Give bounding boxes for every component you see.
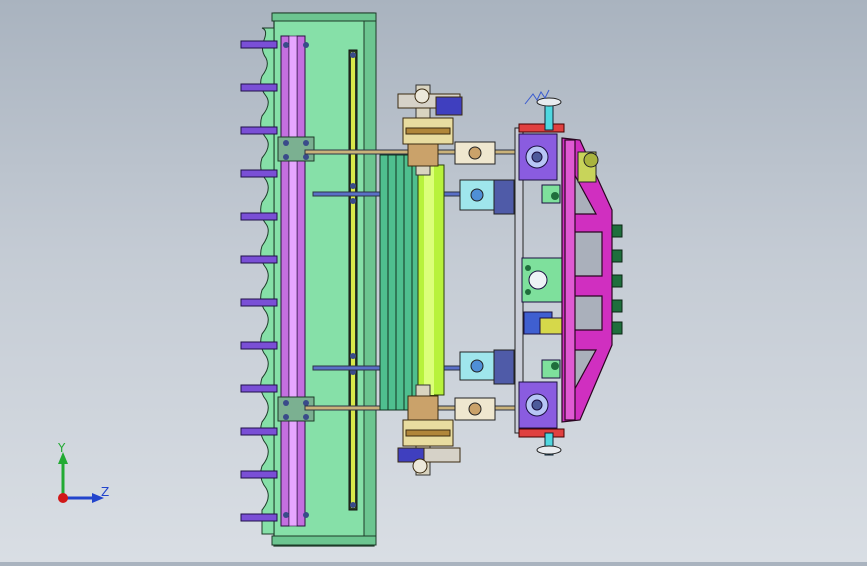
axis-z-label: Z bbox=[101, 485, 110, 499]
axis-y-label: Y bbox=[58, 441, 66, 455]
cad-viewport[interactable]: Y Z bbox=[0, 0, 867, 562]
linkage-blocks bbox=[454, 141, 515, 421]
assembly-drawing bbox=[240, 12, 623, 547]
bearing-housings bbox=[518, 133, 563, 429]
green-frame-plate bbox=[260, 12, 377, 547]
bracket-mount-pads bbox=[611, 224, 623, 335]
gear-motor bbox=[577, 151, 599, 183]
